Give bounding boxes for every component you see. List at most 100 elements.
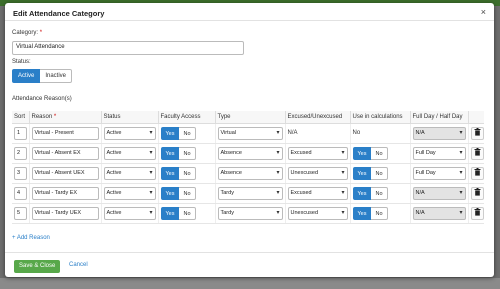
faculty-access-yes-button[interactable]: Yes — [160, 206, 180, 220]
table-cell: Full Day — [409, 163, 468, 184]
faculty-access-no-button[interactable]: No — [179, 206, 196, 220]
sort-input[interactable]: 5 — [14, 206, 27, 220]
status-select[interactable]: Active — [103, 126, 156, 140]
table-row: 1Virtual - PresentActiveYesNoVirtualN/AN… — [12, 123, 484, 144]
reason-input[interactable]: Virtual - Tardy UEX — [31, 206, 99, 220]
use-in-calculations-yes-button[interactable]: Yes — [352, 166, 372, 180]
table-cell: N/A — [409, 203, 468, 224]
excused-select[interactable]: Excused — [287, 186, 348, 200]
faculty-access-no-button[interactable]: No — [179, 146, 196, 160]
table-cell: N/A — [284, 123, 350, 144]
table-cell: Virtual — [214, 123, 285, 144]
faculty-access-no-button[interactable]: No — [179, 186, 196, 200]
use-in-calculations-no-button[interactable]: No — [371, 186, 388, 200]
reason-input[interactable]: Virtual - Absent EX — [31, 146, 99, 160]
delete-row-button[interactable] — [470, 166, 484, 180]
table-cell: Active — [100, 203, 158, 224]
column-header: Reason * — [28, 111, 101, 124]
close-icon[interactable]: × — [481, 7, 486, 17]
table-cell: 3 — [12, 163, 29, 184]
status-toggle: Active Inactive — [12, 69, 73, 83]
faculty-access-yes-button[interactable]: Yes — [160, 146, 180, 160]
status-select[interactable]: Active — [103, 166, 156, 180]
use-in-calculations-toggle: Yes No — [352, 166, 408, 180]
sort-input[interactable]: 2 — [14, 146, 27, 160]
delete-row-button[interactable] — [470, 126, 484, 140]
modal-header: Edit Attendance Category × — [5, 3, 494, 21]
use-in-calculations-yes-button[interactable]: Yes — [352, 146, 372, 160]
use-in-calculations-toggle: Yes No — [352, 146, 408, 160]
table-cell: Yes No — [157, 163, 215, 184]
table-cell: Yes No — [157, 123, 215, 144]
column-header: Sort — [12, 111, 29, 124]
status-select[interactable]: Active — [103, 206, 156, 220]
day-select: N/A — [412, 126, 466, 140]
table-cell: 4 — [12, 183, 29, 204]
excused-select[interactable]: Unexcused — [287, 206, 348, 220]
table-cell: Absence — [214, 143, 285, 164]
sort-input[interactable]: 1 — [14, 126, 27, 140]
type-select[interactable]: Absence — [217, 146, 283, 160]
column-header: Excused/Unexcused — [284, 111, 350, 124]
table-cell — [467, 183, 484, 204]
excused-select[interactable]: Excused — [287, 146, 348, 160]
status-active-button[interactable]: Active — [12, 69, 41, 83]
table-cell: Yes No — [157, 203, 215, 224]
table-cell: Active — [100, 143, 158, 164]
delete-row-button[interactable] — [470, 206, 484, 220]
table-cell: Unexcused — [284, 163, 350, 184]
save-close-button[interactable]: Save & Close — [14, 260, 61, 273]
category-label: Category: * — [12, 30, 43, 36]
faculty-access-toggle: Yes No — [160, 186, 213, 200]
type-select[interactable]: Absence — [217, 166, 283, 180]
attendance-reasons-table: Sort Reason * Status Faculty Access Type Excu… — [12, 111, 484, 224]
table-row: 5Virtual - Tardy UEXActiveYesNoTardyUnex… — [12, 203, 484, 224]
faculty-access-yes-button[interactable]: Yes — [160, 126, 180, 140]
table-row: 2Virtual - Absent EXActiveYesNoAbsenceEx… — [12, 143, 484, 164]
table-cell — [467, 163, 484, 184]
faculty-access-toggle: Yes No — [160, 126, 213, 140]
type-select[interactable]: Tardy — [217, 206, 283, 220]
add-reason-link[interactable]: + Add Reason — [12, 235, 50, 241]
status-select[interactable]: Active — [103, 146, 156, 160]
column-header: Faculty Access — [157, 111, 215, 124]
sort-input[interactable]: 4 — [14, 186, 27, 200]
day-select[interactable]: Full Day — [412, 146, 466, 160]
cancel-button[interactable]: Cancel — [69, 262, 88, 268]
excused-select[interactable]: Unexcused — [287, 166, 348, 180]
type-select[interactable]: Tardy — [217, 186, 283, 200]
use-in-calculations-no-button[interactable]: No — [371, 166, 388, 180]
status-inactive-button[interactable]: Inactive — [40, 69, 73, 83]
delete-row-button[interactable] — [470, 186, 484, 200]
reason-input[interactable]: Virtual - Absent UEX — [31, 166, 99, 180]
table-cell: Yes No — [157, 143, 215, 164]
use-in-calculations-yes-button[interactable]: Yes — [352, 186, 372, 200]
table-cell: Tardy — [214, 183, 285, 204]
table-cell: Active — [100, 123, 158, 144]
day-select[interactable]: Full Day — [412, 166, 466, 180]
use-in-calculations-yes-button[interactable]: Yes — [352, 206, 372, 220]
delete-row-button[interactable] — [470, 146, 484, 160]
table-cell: Yes No — [349, 163, 410, 184]
faculty-access-yes-button[interactable]: Yes — [160, 186, 180, 200]
table-cell — [467, 143, 484, 164]
faculty-access-toggle: Yes No — [160, 166, 213, 180]
reason-input[interactable]: Virtual - Present — [31, 126, 99, 140]
reason-input[interactable]: Virtual - Tardy EX — [31, 186, 99, 200]
table-cell: Active — [100, 183, 158, 204]
category-input[interactable]: Virtual Attendance — [12, 41, 244, 55]
faculty-access-no-button[interactable]: No — [179, 166, 196, 180]
type-select[interactable]: Virtual — [217, 126, 283, 140]
table-cell: Virtual - Tardy EX — [28, 183, 101, 204]
faculty-access-yes-button[interactable]: Yes — [160, 166, 180, 180]
status-select[interactable]: Active — [103, 186, 156, 200]
table-cell: Yes No — [157, 183, 215, 204]
sort-input[interactable]: 3 — [14, 166, 27, 180]
use-in-calculations-no-button[interactable]: No — [371, 146, 388, 160]
trash-icon — [474, 168, 481, 178]
modal-title: Edit Attendance Category — [13, 9, 105, 18]
faculty-access-no-button[interactable]: No — [179, 126, 196, 140]
use-in-calculations-no-button[interactable]: No — [371, 206, 388, 220]
table-cell: Full Day — [409, 143, 468, 164]
day-select: N/A — [412, 206, 466, 220]
